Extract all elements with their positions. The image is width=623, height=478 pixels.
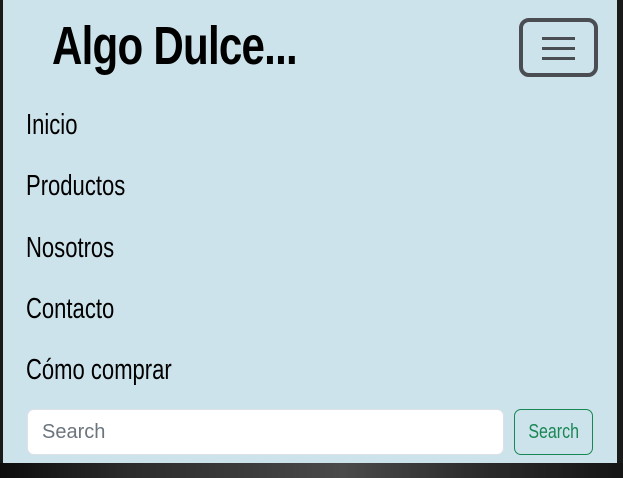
search-form: Search <box>27 409 597 455</box>
nav-item-productos: Productos <box>26 161 218 222</box>
search-input[interactable] <box>27 409 504 455</box>
nav-menu: Inicio Productos Nosotros Contacto Cómo … <box>26 100 218 406</box>
nav-link-productos[interactable]: Productos <box>26 161 172 222</box>
nav-link-como-comprar[interactable]: Cómo comprar <box>26 345 172 406</box>
navbar: Algo Dulce... Inicio Productos Nosotros … <box>3 0 617 463</box>
navbar-toggler-button[interactable] <box>519 18 598 77</box>
nav-link-inicio[interactable]: Inicio <box>26 100 172 161</box>
search-button-label: Search <box>528 420 579 443</box>
nav-item-inicio: Inicio <box>26 100 218 161</box>
nav-link-nosotros[interactable]: Nosotros <box>26 223 172 284</box>
brand-logo[interactable]: Algo Dulce... <box>52 6 298 86</box>
nav-item-como-comprar: Cómo comprar <box>26 345 218 406</box>
nav-item-nosotros: Nosotros <box>26 223 218 284</box>
hero-image <box>0 463 623 478</box>
nav-item-contacto: Contacto <box>26 284 218 345</box>
search-button[interactable]: Search <box>514 409 593 455</box>
nav-link-contacto[interactable]: Contacto <box>26 284 172 345</box>
hamburger-icon <box>542 37 575 60</box>
